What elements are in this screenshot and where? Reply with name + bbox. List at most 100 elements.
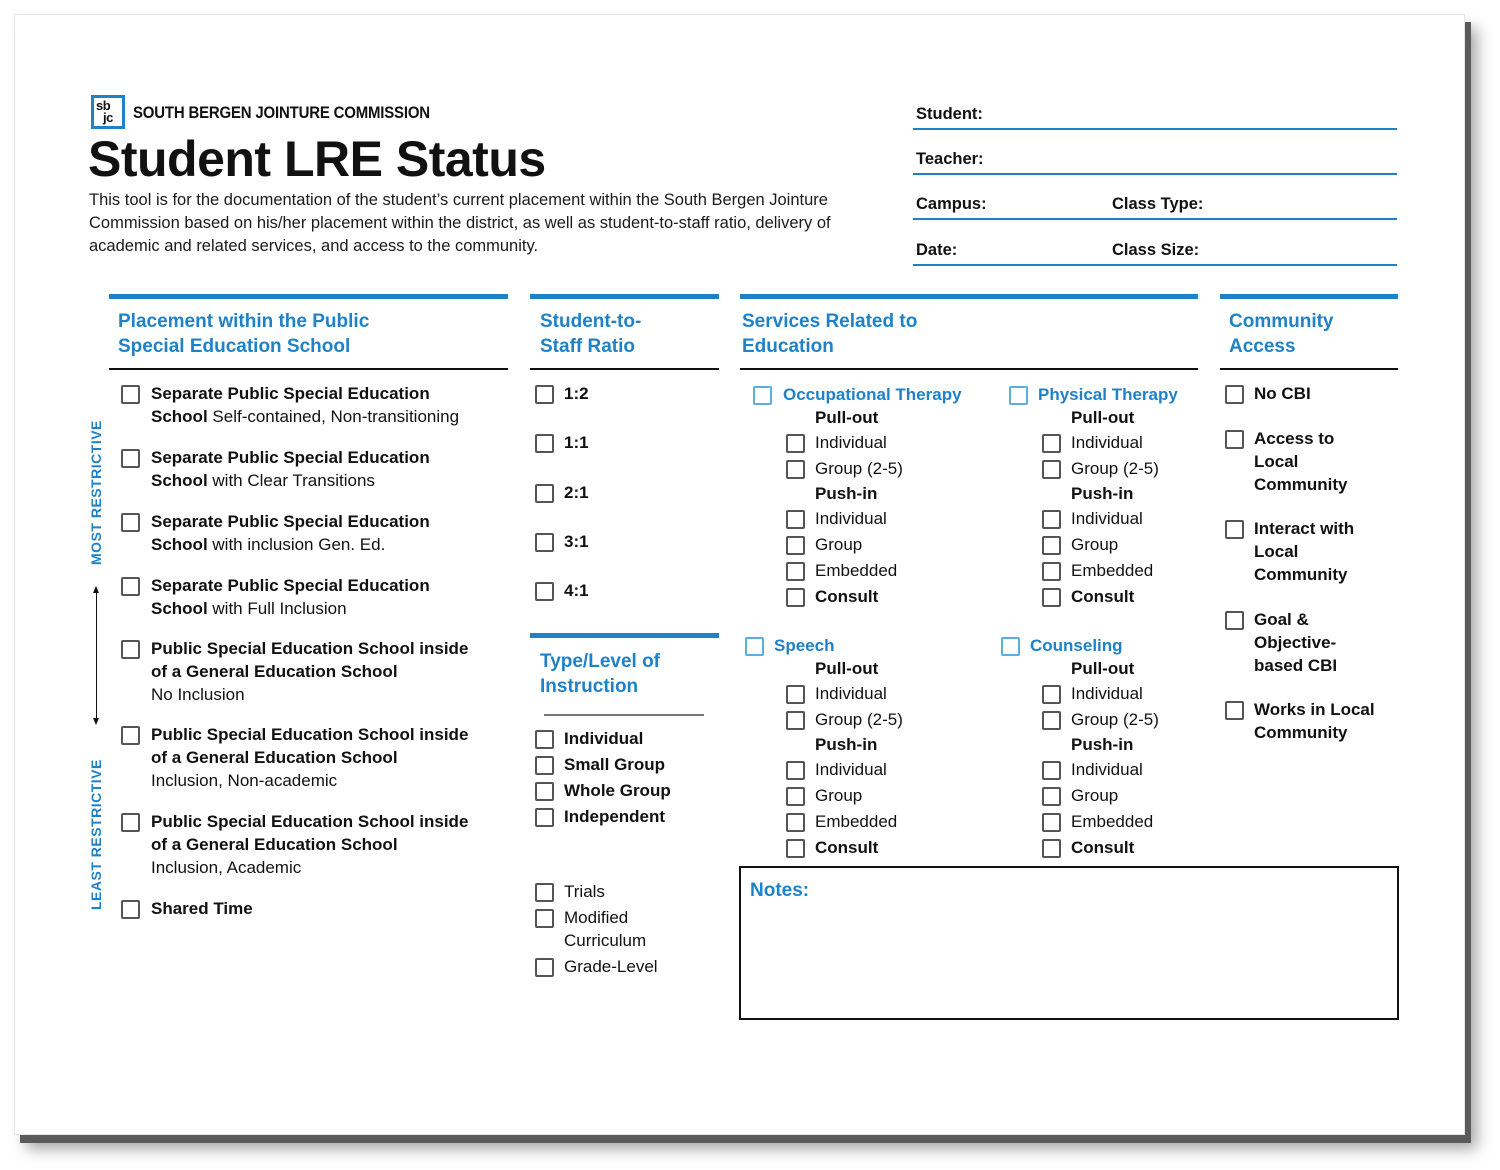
service-option-checkbox[interactable] (1042, 813, 1061, 832)
service-option-checkbox[interactable] (1042, 839, 1061, 858)
push-in-heading: Push-in (815, 484, 878, 503)
service-option: Individual (815, 509, 887, 528)
community-option-line: Community (1254, 565, 1348, 584)
service-option-checkbox[interactable] (786, 588, 805, 607)
ratio-checkbox[interactable] (535, 582, 554, 602)
instruction-type-checkbox[interactable] (535, 808, 554, 827)
level-checkbox[interactable] (535, 958, 554, 977)
service-option-checkbox[interactable] (786, 434, 805, 453)
community-checkbox[interactable] (1225, 520, 1244, 539)
ratio-option: 3:1 (564, 531, 589, 551)
intro-text: This tool is for the documentation of th… (89, 191, 831, 255)
community-checkbox[interactable] (1225, 701, 1244, 720)
placement-option-title-cont: School (151, 599, 208, 618)
service-name: Counseling (1030, 636, 1123, 655)
service-option-checkbox[interactable] (786, 711, 805, 730)
instruction-heading-line2: Instruction (540, 676, 639, 697)
service-option: Individual (815, 760, 887, 779)
level-checkbox[interactable] (535, 883, 554, 902)
ratio-checkbox[interactable] (535, 532, 554, 552)
ratio-checkbox[interactable] (535, 483, 554, 503)
ratio-checkbox[interactable] (535, 434, 554, 454)
service-option-checkbox[interactable] (1042, 536, 1061, 555)
service-option-checkbox[interactable] (1042, 685, 1061, 704)
service-option-checkbox[interactable] (1042, 761, 1061, 780)
service-option-checkbox[interactable] (1042, 588, 1061, 607)
service-option-checkbox[interactable] (1042, 460, 1061, 479)
student-field[interactable]: Student: (913, 98, 1397, 130)
community-heading-line1: Community (1229, 311, 1334, 332)
placement-option-title: Shared Time (151, 899, 253, 918)
services-heading-line2: Education (742, 336, 834, 357)
ratio-heading: Student-to- Staff Ratio (540, 309, 641, 359)
placement-checkbox[interactable] (121, 513, 140, 532)
community-option: Goal & Objective-based CBI (1254, 608, 1404, 677)
placement-checkbox[interactable] (121, 640, 140, 659)
instruction-type-checkbox[interactable] (535, 730, 554, 749)
community-top-rule (1220, 294, 1398, 299)
ratio-checkbox[interactable] (535, 385, 554, 404)
service-option-checkbox[interactable] (1042, 787, 1061, 806)
community-option-line: Local (1254, 452, 1299, 471)
instruction-type-checkbox[interactable] (535, 782, 554, 801)
placement-checkbox[interactable] (121, 385, 140, 404)
service-option-checkbox[interactable] (786, 510, 805, 529)
instruction-type-checkbox[interactable] (535, 756, 554, 775)
teacher-field[interactable]: Teacher: (913, 143, 1397, 175)
instruction-type-option: Individual (564, 729, 644, 748)
ratio-option: 1:2 (564, 384, 589, 403)
placement-heading-line2: Special Education School (118, 336, 351, 357)
placement-option: Public Special Education School inside of… (151, 637, 511, 706)
notes-box[interactable]: Notes: (739, 866, 1399, 1020)
placement-option-title: Public Special Education School inside (151, 812, 469, 831)
ratio-option: 1:1 (564, 433, 589, 453)
service-option-checkbox[interactable] (1042, 434, 1061, 453)
placement-checkbox[interactable] (121, 813, 140, 832)
level-option: Trials (564, 882, 605, 901)
services-bottom-rule (740, 368, 1198, 370)
placement-option: Shared Time (151, 897, 511, 920)
service-option: Consult (1071, 838, 1135, 857)
service-option: Embedded (815, 812, 898, 831)
level-option: Grade-Level (564, 957, 658, 976)
organization-name: SOUTH BERGEN JOINTURE COMMISSION (133, 103, 430, 122)
community-option-line: Community (1254, 475, 1348, 494)
service-option: Individual (1071, 509, 1143, 528)
service-option-checkbox[interactable] (786, 562, 805, 581)
service-option-checkbox[interactable] (786, 787, 805, 806)
level-checkbox[interactable] (535, 909, 554, 928)
placement-option-title-cont: of a General Education School (151, 662, 398, 681)
placement-checkbox[interactable] (121, 577, 140, 596)
sbjc-logo: sb jc (91, 95, 125, 129)
community-checkbox[interactable] (1225, 385, 1244, 404)
service-option-checkbox[interactable] (1042, 510, 1061, 529)
instruction-type-option: Whole Group (564, 781, 671, 800)
service-option-checkbox[interactable] (786, 839, 805, 858)
service-option-checkbox[interactable] (1042, 711, 1061, 730)
service-checkbox[interactable] (745, 637, 764, 656)
placement-option-title: Separate Public Special Education (151, 384, 430, 403)
service-option-checkbox[interactable] (786, 685, 805, 704)
ratio-heading-line1: Student-to- (540, 311, 642, 332)
service-option: Group (1071, 786, 1119, 805)
service-option-checkbox[interactable] (786, 460, 805, 479)
placement-checkbox[interactable] (121, 726, 140, 745)
service-name: Speech (774, 636, 835, 655)
community-checkbox[interactable] (1225, 430, 1244, 449)
community-checkbox[interactable] (1225, 611, 1244, 630)
service-checkbox[interactable] (1001, 637, 1020, 656)
service-option-checkbox[interactable] (786, 536, 805, 555)
placement-bottom-rule (109, 368, 508, 370)
service-option-checkbox[interactable] (786, 761, 805, 780)
placement-option-title-cont: School (151, 407, 208, 426)
placement-checkbox[interactable] (121, 449, 140, 468)
date-class-size-field[interactable]: Date: Class Size: (913, 234, 1397, 266)
service-checkbox[interactable] (1009, 386, 1028, 405)
service-checkbox[interactable] (753, 386, 772, 405)
campus-class-type-field[interactable]: Campus: Class Type: (913, 188, 1397, 220)
service-option-checkbox[interactable] (1042, 562, 1061, 581)
service-option-checkbox[interactable] (786, 813, 805, 832)
arrow-down-icon (93, 718, 99, 725)
community-option-line: Objective- (1254, 633, 1337, 652)
placement-checkbox[interactable] (121, 900, 140, 919)
